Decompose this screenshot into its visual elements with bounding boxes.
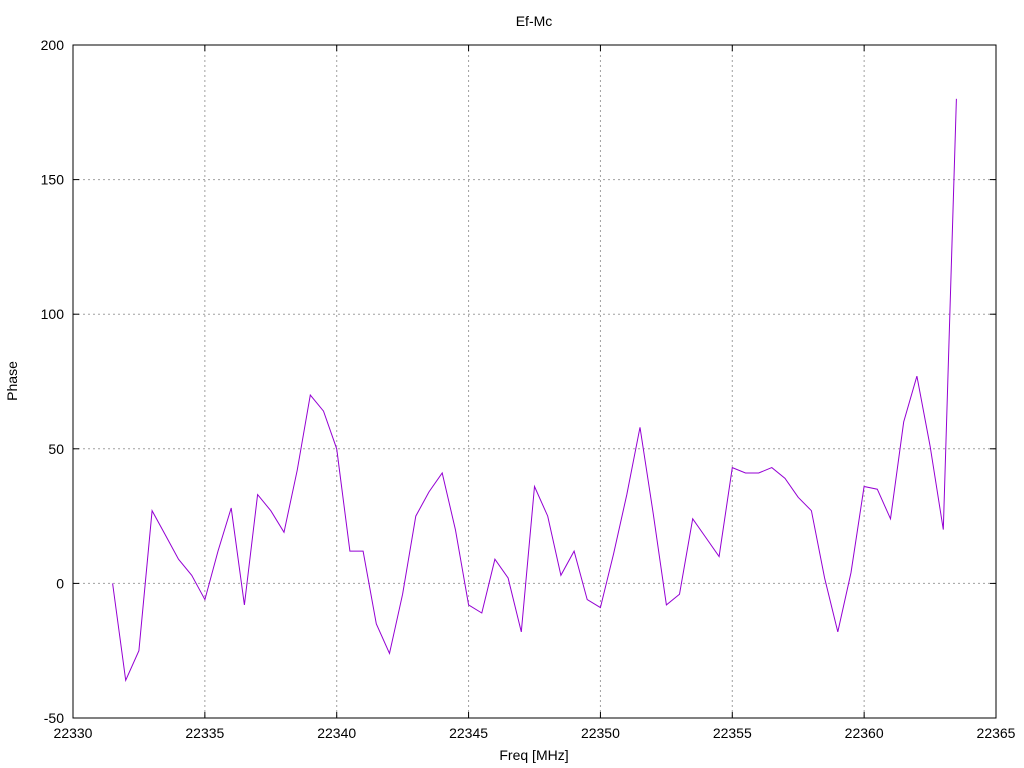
phase-line-chart: 22330 22335 22340 22345 22350 22355 22360 22365… xyxy=(4,13,1016,763)
x-tick-label: 22345 xyxy=(449,725,488,741)
x-axis-label: Freq [MHz] xyxy=(499,747,568,763)
x-tick-label: 22330 xyxy=(54,725,93,741)
x-tick-label: 22355 xyxy=(713,725,752,741)
grid-lines xyxy=(73,45,996,718)
y-axis-label: Phase xyxy=(4,361,20,401)
x-tick-label: 22335 xyxy=(185,725,224,741)
axis-ticks xyxy=(72,44,997,719)
x-tick-label: 22360 xyxy=(845,725,884,741)
y-tick-label: 0 xyxy=(56,575,64,591)
x-tick-labels: 22330 22335 22340 22345 22350 22355 22360 22365 xyxy=(54,725,1016,741)
y-tick-label: 100 xyxy=(41,306,65,322)
x-tick-label: 22365 xyxy=(977,725,1016,741)
phase-series-line xyxy=(112,98,957,683)
y-tick-labels: -50 0 50 100 150 200 xyxy=(41,37,65,726)
y-tick-label: -50 xyxy=(44,710,64,726)
plot-frame xyxy=(72,44,997,719)
y-tick-label: 200 xyxy=(41,37,65,53)
chart-title: Ef-Mc xyxy=(516,13,553,29)
y-tick-label: 150 xyxy=(41,172,65,188)
x-tick-label: 22350 xyxy=(581,725,620,741)
x-tick-label: 22340 xyxy=(317,725,356,741)
y-tick-label: 50 xyxy=(48,441,64,457)
